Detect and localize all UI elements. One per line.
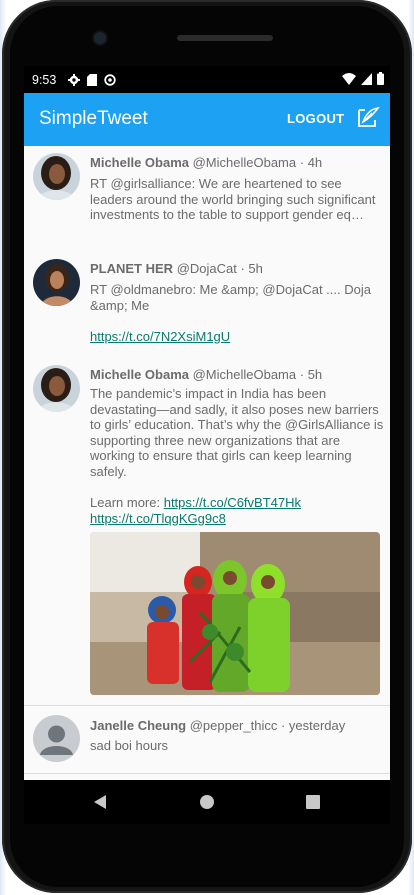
user-name[interactable]: Janelle Cheung [90,718,186,733]
tweet-item[interactable]: Michelle Obama @MichelleObama · 4h RT @g… [24,146,390,245]
logout-button[interactable]: LOGOUT [287,111,344,126]
avatar[interactable] [33,153,80,200]
user-handle[interactable]: @MichelleObama [193,155,297,170]
user-handle[interactable]: @DojaCat [177,261,237,276]
system-navigation-bar [24,780,390,824]
tweet-body: sad boi hours [90,738,169,753]
app-title: SimpleTweet [39,108,148,129]
tweet-header: Janelle Cheung @pepper_thicc · yesterday [90,718,345,733]
user-handle[interactable]: @pepper_thicc [190,718,278,733]
signal-icon [361,72,372,85]
home-icon[interactable] [200,795,214,809]
recents-icon[interactable] [306,795,320,809]
tweet-link[interactable]: https://t.co/TlqgKGg9c8 [90,511,226,526]
earpiece-speaker [177,35,273,41]
status-bar: 9:53 [24,66,390,93]
learn-more-label: Learn more: [90,495,161,511]
status-notification-icons [68,72,116,87]
avatar[interactable] [33,259,80,306]
tweet-body: The pandemic’s impact in India has been … [90,386,386,526]
avatar[interactable] [33,715,80,762]
tweet-header: Michelle Obama @MichelleObama · 5h [90,367,322,382]
tweet-text: The pandemic’s impact in India has been … [90,386,384,479]
battery-icon [377,72,384,85]
tweet-body: RT @oldmanebro: Me &amp; @DojaCat .... D… [90,282,386,344]
avatar[interactable] [33,365,80,412]
tweet-time: · 5h [240,261,263,276]
user-name[interactable]: Michelle Obama [90,367,189,382]
tweet-time: · 5h [299,367,323,382]
settings-gear-icon [68,73,80,86]
status-system-icons [342,72,384,85]
tweet-link[interactable]: https://t.co/7N2XsiM1gU [90,329,230,344]
app-toolbar: SimpleTweet LOGOUT [24,93,390,146]
sync-icon [104,73,116,86]
front-camera [94,32,106,44]
sd-card-icon [87,73,97,86]
compose-tweet-icon[interactable] [356,106,380,130]
user-name[interactable]: Michelle Obama [90,155,189,170]
tweet-header: PLANET HER @DojaCat · 5h [90,261,263,276]
tweet-item[interactable]: PLANET HER @DojaCat · 5h RT @oldmanebro:… [24,252,390,352]
device-screen: 9:53 SimpleTweet LOGOUT Michelle Obama @… [24,66,390,780]
back-icon[interactable] [94,795,106,809]
tweet-header: Michelle Obama @MichelleObama · 4h [90,155,322,170]
status-time: 9:53 [32,73,57,87]
tweet-media-image[interactable] [90,532,380,695]
user-name[interactable]: PLANET HER [90,261,173,276]
tweet-text: RT @oldmanebro: Me &amp; @DojaCat .... D… [90,282,371,313]
tweet-item[interactable]: Janelle Cheung @pepper_thicc · yesterday… [24,706,390,780]
user-handle[interactable]: @MichelleObama [193,367,297,382]
tweet-time: · 4h [299,155,323,170]
tweet-link[interactable]: https://t.co/C6fvBT47Hk [164,495,301,510]
tweet-timeline[interactable]: Michelle Obama @MichelleObama · 4h RT @g… [24,146,390,780]
tweet-time: · yesterday [280,718,346,733]
tweet-divider [24,773,390,774]
tweet-body: RT @girlsalliance: We are heartened to s… [90,176,376,223]
wifi-icon [342,72,356,85]
